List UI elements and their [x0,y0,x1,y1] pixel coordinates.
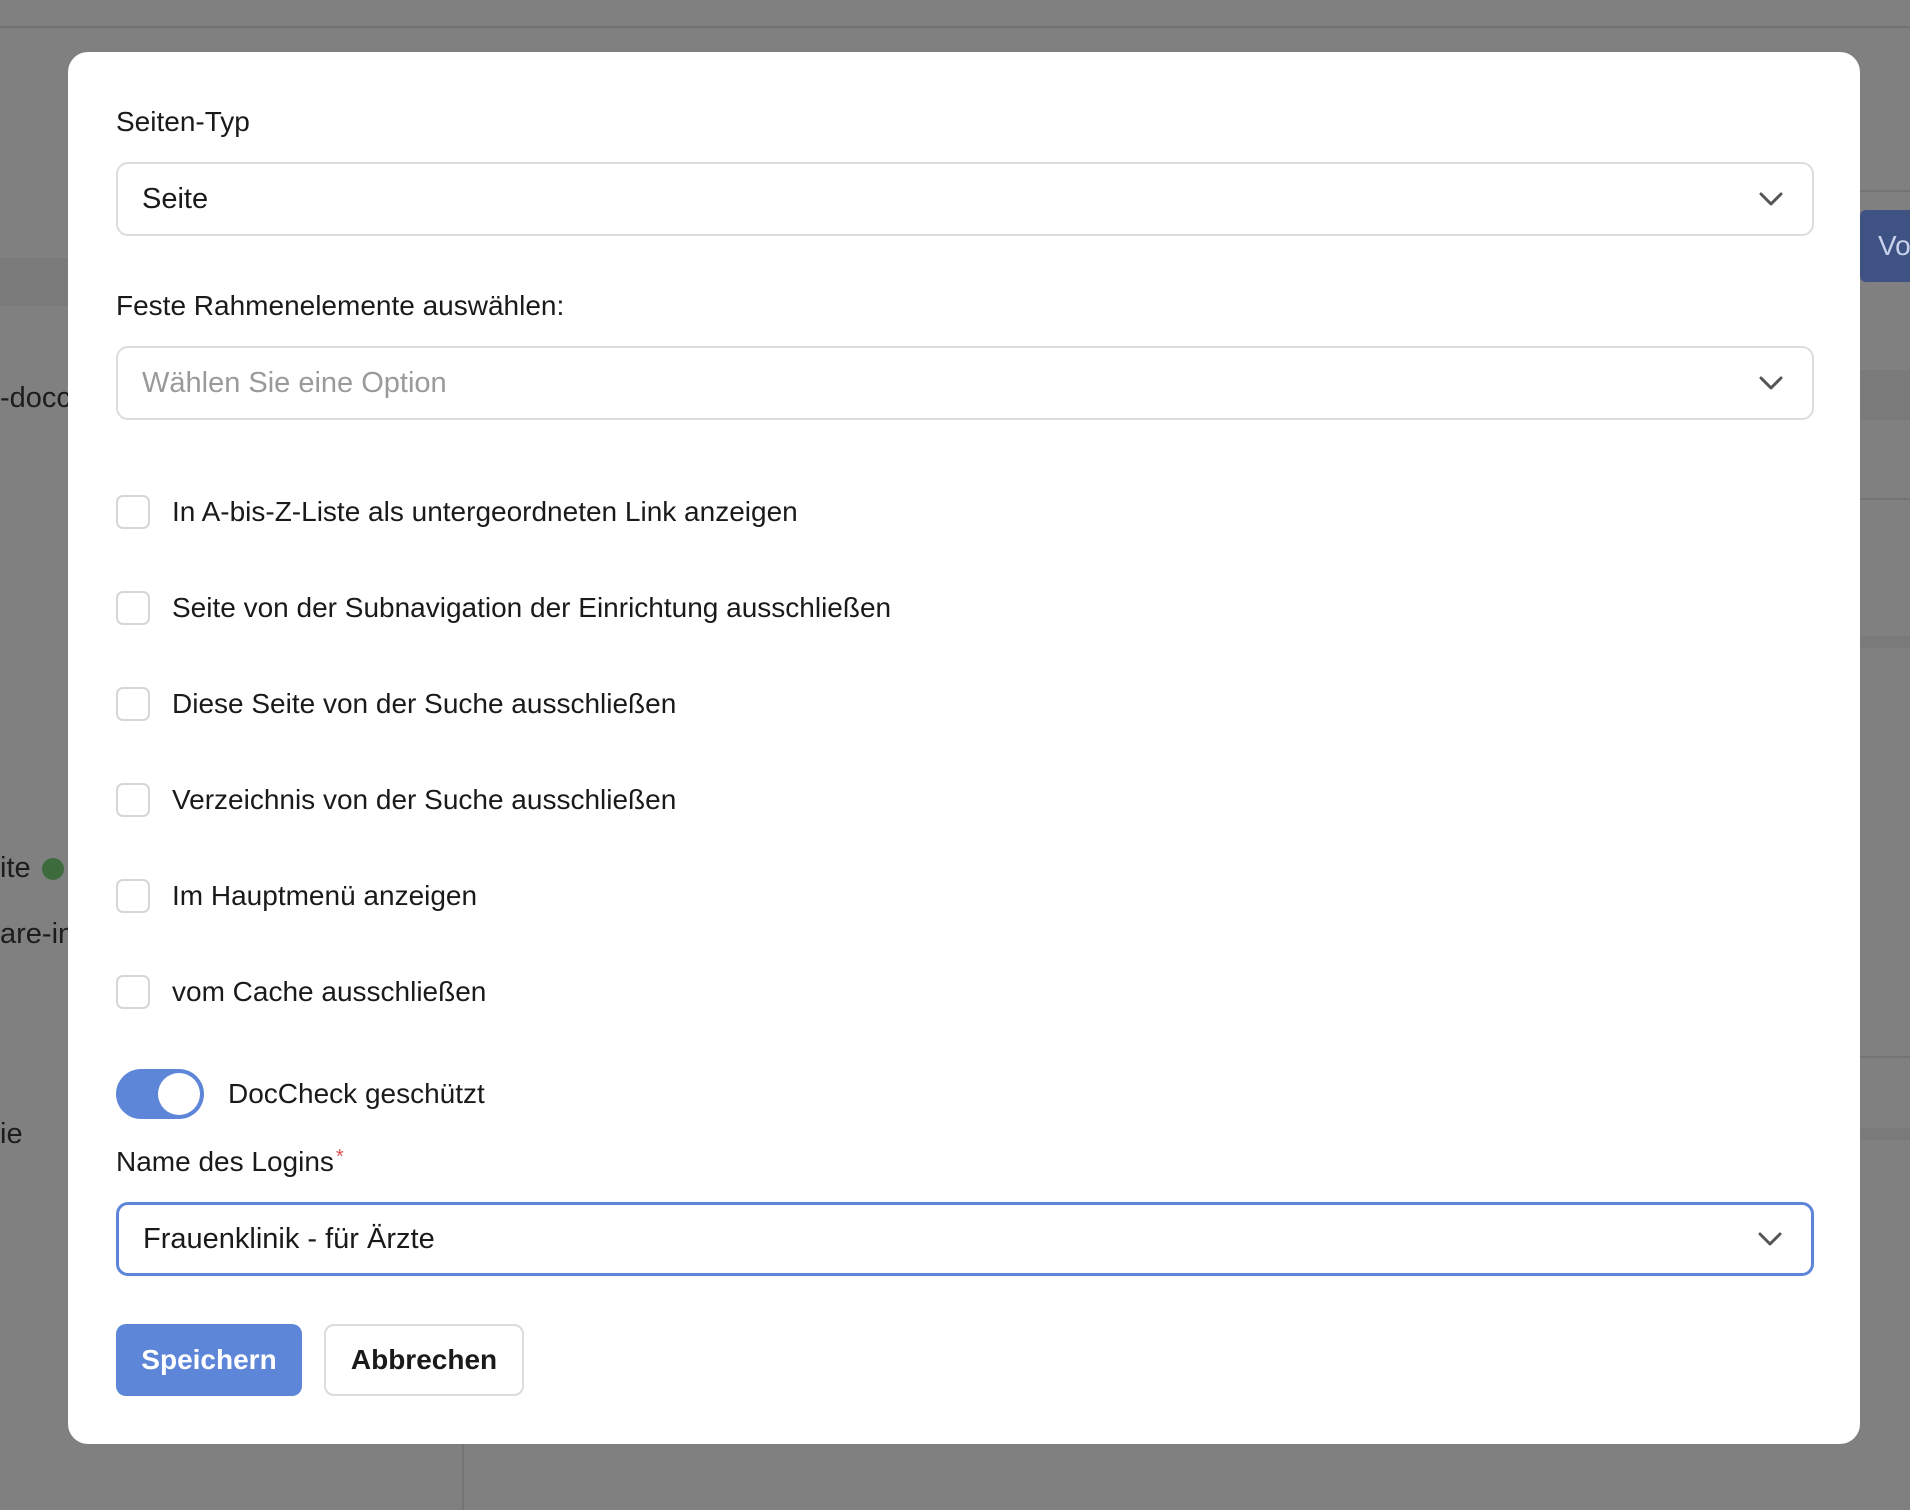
login-name-select[interactable]: Frauenklinik - für Ärzte [116,1202,1814,1276]
cancel-button[interactable]: Abbrechen [324,1324,524,1396]
save-button[interactable]: Speichern [116,1324,302,1396]
frame-elements-placeholder: Wählen Sie eine Option [142,366,447,399]
exclude-directory-checkbox[interactable] [116,783,150,817]
exclude-cache-checkbox-label: vom Cache ausschließen [172,976,487,1007]
chevron-down-icon [1758,1232,1782,1246]
exclude-search-checkbox-label: Diese Seite von der Suche ausschließen [172,688,677,719]
page-type-value: Seite [142,182,209,215]
main-menu-checkbox[interactable] [116,879,150,913]
login-name-value: Frauenklinik - für Ärzte [143,1222,435,1255]
background-text: ie [0,1118,23,1150]
checkbox-row-exclude-cache[interactable]: vom Cache ausschließen [116,972,486,1012]
main-menu-checkbox-label: Im Hauptmenü anzeigen [172,880,478,911]
status-dot [42,858,64,880]
frame-elements-label: Feste Rahmenelemente auswählen: [116,290,565,321]
exclude-cache-checkbox[interactable] [116,975,150,1009]
doccheck-toggle-label: DocCheck geschützt [228,1078,485,1109]
chevron-down-icon [1759,376,1783,390]
background-text: are-in [0,918,75,950]
doccheck-toggle[interactable] [116,1069,204,1119]
exclude-directory-checkbox-label: Verzeichnis von der Suche ausschließen [172,784,677,815]
background-row [1860,636,1910,648]
login-name-label: Name des Logins * [116,1146,344,1178]
background-topbar [0,0,1910,28]
background-divider [1860,1056,1910,1058]
chevron-down-icon [1759,192,1783,206]
background-action-button: Vo [1860,210,1910,282]
exclude-subnav-checkbox-label: Seite von der Subnavigation der Einricht… [172,592,892,623]
page-settings-dialog: Seiten-Typ Seite Feste Rahmenelemente au… [68,52,1860,1444]
background-strip [0,258,68,306]
login-name-label-text: Name des Logins [116,1146,334,1177]
a-z-list-checkbox-label: In A-bis-Z-Liste als untergeordneten Lin… [172,496,798,527]
exclude-subnav-checkbox[interactable] [116,591,150,625]
checkbox-row-exclude-search[interactable]: Diese Seite von der Suche ausschließen [116,684,676,724]
background-divider [1860,190,1910,192]
background-text: ite [0,852,31,884]
background-row [1860,370,1910,420]
background-text: -docc [0,382,71,414]
background-row [1860,1128,1910,1140]
page-type-label: Seiten-Typ [116,106,250,137]
required-indicator: * [335,1146,344,1168]
checkbox-row-exclude-directory[interactable]: Verzeichnis von der Suche ausschließen [116,780,676,820]
toggle-knob [158,1073,200,1115]
doccheck-toggle-row[interactable]: DocCheck geschützt [116,1069,485,1119]
page-type-select[interactable]: Seite [116,162,1814,236]
exclude-search-checkbox[interactable] [116,687,150,721]
checkbox-row-a-z-list[interactable]: In A-bis-Z-Liste als untergeordneten Lin… [116,492,798,532]
background-divider [1860,498,1910,500]
checkbox-row-main-menu[interactable]: Im Hauptmenü anzeigen [116,876,477,916]
a-z-list-checkbox[interactable] [116,495,150,529]
frame-elements-select[interactable]: Wählen Sie eine Option [116,346,1814,420]
checkbox-row-exclude-subnav[interactable]: Seite von der Subnavigation der Einricht… [116,588,891,628]
